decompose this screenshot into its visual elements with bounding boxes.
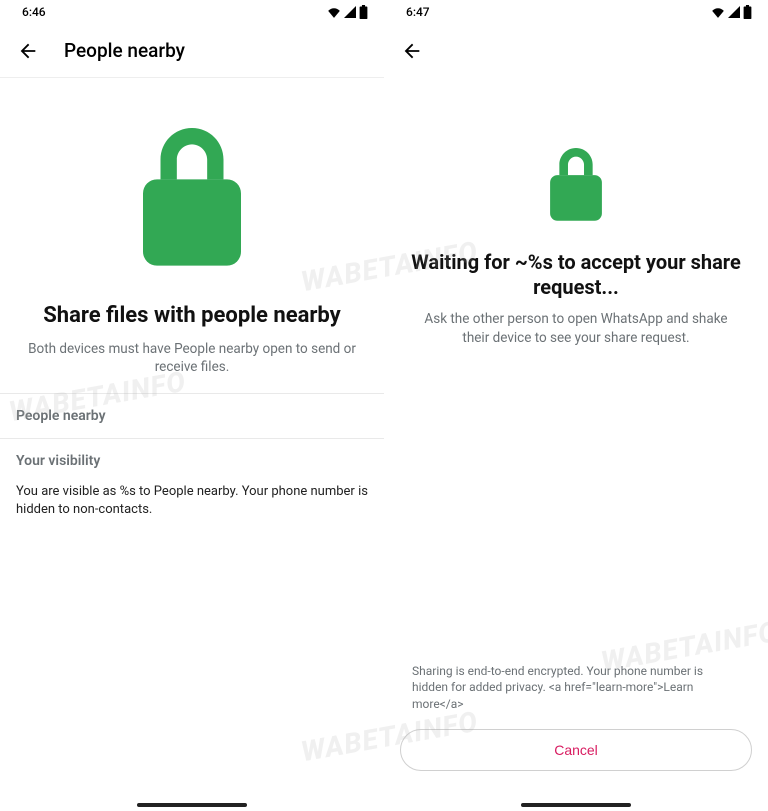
battery-icon [359, 5, 368, 19]
battery-icon [743, 5, 752, 19]
lock-icon [545, 148, 607, 222]
home-indicator[interactable] [521, 803, 631, 807]
privacy-note: Sharing is end-to-end encrypted. Your ph… [400, 663, 752, 729]
hero-section: Share files with people nearby Both devi… [0, 78, 384, 393]
bottom-area: Sharing is end-to-end encrypted. Your ph… [384, 663, 768, 811]
screen-waiting-share: 6:47 Waiting for ~%s to accept your shar… [384, 0, 768, 811]
hero-section: Waiting for ~%s to accept your share req… [384, 78, 768, 364]
hero-title: Share files with people nearby [43, 302, 341, 330]
status-bar: 6:47 [384, 0, 768, 24]
arrow-back-icon [401, 40, 423, 62]
status-icons [711, 5, 752, 19]
app-bar: People nearby [0, 24, 384, 78]
section-visibility-header: Your visibility [0, 439, 384, 483]
screen-people-nearby: 6:46 People nearby Share files with peop… [0, 0, 384, 811]
back-button[interactable] [8, 31, 48, 71]
app-bar [384, 24, 768, 78]
page-title: People nearby [64, 39, 185, 62]
hero-subtitle: Both devices must have People nearby ope… [24, 340, 360, 378]
section-people-nearby-header[interactable]: People nearby [0, 394, 384, 438]
signal-icon [727, 6, 741, 18]
home-indicator[interactable] [137, 803, 247, 807]
signal-icon [343, 6, 357, 18]
status-time: 6:47 [406, 5, 430, 19]
status-icons [327, 5, 368, 19]
wifi-icon [711, 6, 725, 18]
lock-icon [132, 128, 252, 268]
visibility-description: You are visible as %s to People nearby. … [0, 483, 384, 535]
hero-title: Waiting for ~%s to accept your share req… [408, 250, 744, 300]
wifi-icon [327, 6, 341, 18]
hero-subtitle: Ask the other person to open WhatsApp an… [408, 310, 744, 348]
cancel-button[interactable]: Cancel [400, 729, 752, 771]
status-bar: 6:46 [0, 0, 384, 24]
back-button[interactable] [392, 31, 432, 71]
status-time: 6:46 [22, 5, 46, 19]
arrow-back-icon [17, 40, 39, 62]
